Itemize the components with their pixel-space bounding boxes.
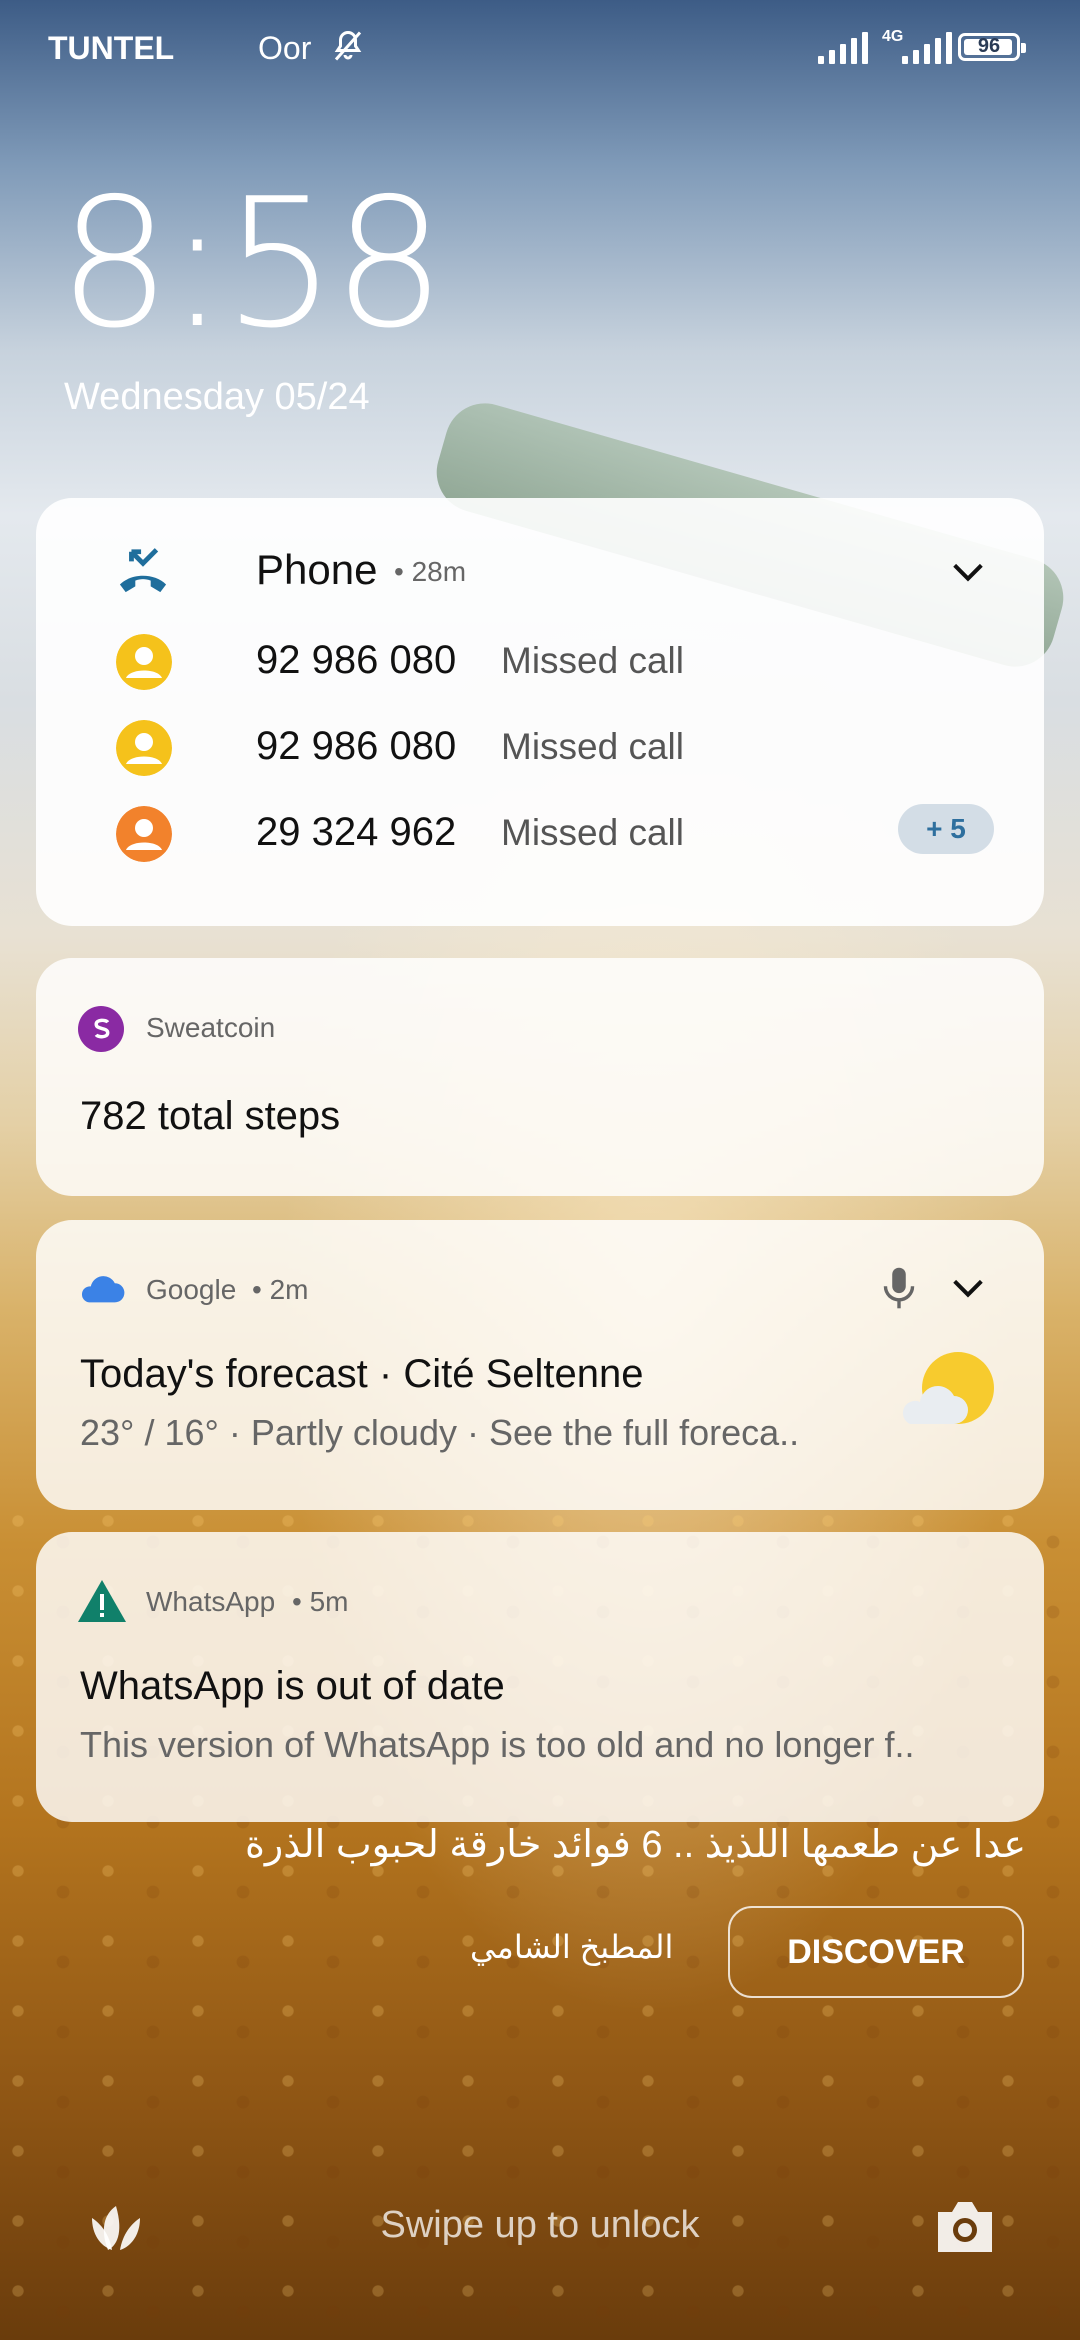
notification-subtitle: 23° / 16° · Partly cloudy · See the full… — [80, 1412, 800, 1453]
call-status: Missed call — [501, 812, 684, 853]
caller-number: 29 324 962 — [256, 810, 457, 854]
missed-call-row[interactable]: 92 986 080 Missed call — [36, 712, 1044, 782]
carrier-name-secondary: Oor — [258, 30, 312, 66]
notification-text: 782 total steps — [80, 1094, 341, 1138]
notification-sweatcoin[interactable]: Sweatcoin 782 total steps — [36, 958, 1044, 1196]
lockscreen-clock: 8:58 — [58, 160, 446, 367]
notification-time: • 28m — [394, 556, 467, 587]
chevron-down-icon[interactable] — [948, 552, 988, 592]
notification-title: Today's forecast · Cité Seltenne — [80, 1352, 644, 1396]
wallpaper-headline[interactable]: عدا عن طعمها اللذيذ .. 6 فوائد خارقة لحب… — [245, 1822, 1026, 1867]
notification-phone[interactable]: Phone • 28m 92 986 080 Missed call 92 98… — [36, 498, 1044, 926]
warning-icon — [78, 1580, 126, 1622]
contact-avatar-icon — [116, 634, 172, 690]
microphone-icon[interactable] — [882, 1266, 916, 1310]
network-type: 4G — [882, 28, 904, 45]
wallpaper-source: المطبخ الشامي — [470, 1929, 674, 1965]
caller-number: 92 986 080 — [256, 724, 457, 768]
more-calls-badge[interactable]: + 5 — [898, 804, 994, 854]
swipe-to-unlock-hint: Swipe up to unlock — [380, 2204, 700, 2246]
status-bar: TUNTEL Oor 4G 96 — [0, 0, 1080, 100]
call-status: Missed call — [501, 640, 684, 681]
missed-call-row[interactable]: 29 324 962 Missed call — [36, 798, 1044, 868]
missed-call-row[interactable]: 92 986 080 Missed call — [36, 626, 1044, 696]
signal-strength-icon-2 — [902, 32, 952, 64]
call-status: Missed call — [501, 726, 684, 767]
google-cloud-icon — [81, 1276, 125, 1303]
caller-number: 92 986 080 — [256, 638, 457, 682]
sweatcoin-icon — [78, 1006, 124, 1052]
partly-cloudy-icon — [902, 1352, 994, 1424]
bell-muted-icon — [334, 30, 362, 61]
notification-app-name: Google — [146, 1274, 237, 1305]
carrier-name: TUNTEL — [48, 30, 175, 66]
signal-strength-icon — [818, 32, 868, 64]
missed-call-icon — [119, 548, 167, 593]
notification-app-name: WhatsApp — [146, 1586, 276, 1617]
contact-avatar-icon — [116, 720, 172, 776]
battery-level: 96 — [977, 35, 1001, 57]
notification-subtitle: This version of WhatsApp is too old and … — [80, 1724, 915, 1765]
notification-time: • 5m — [292, 1586, 349, 1617]
battery-icon: 96 — [958, 33, 1026, 61]
notification-app-name: Phone — [256, 546, 378, 593]
contact-avatar-icon — [116, 806, 172, 862]
notification-app-name: Sweatcoin — [146, 1012, 276, 1043]
notification-time: • 2m — [252, 1274, 309, 1305]
chevron-down-icon[interactable] — [948, 1268, 988, 1308]
notification-whatsapp[interactable]: WhatsApp • 5m WhatsApp is out of date Th… — [36, 1532, 1044, 1822]
discover-button[interactable]: DISCOVER — [728, 1906, 1024, 1998]
notification-title: WhatsApp is out of date — [80, 1664, 505, 1708]
notification-google-weather[interactable]: Google • 2m Today's forecast · Cité Selt… — [36, 1220, 1044, 1510]
camera-icon[interactable] — [932, 2198, 998, 2256]
lockscreen-date: Wednesday 05/24 — [64, 376, 370, 418]
